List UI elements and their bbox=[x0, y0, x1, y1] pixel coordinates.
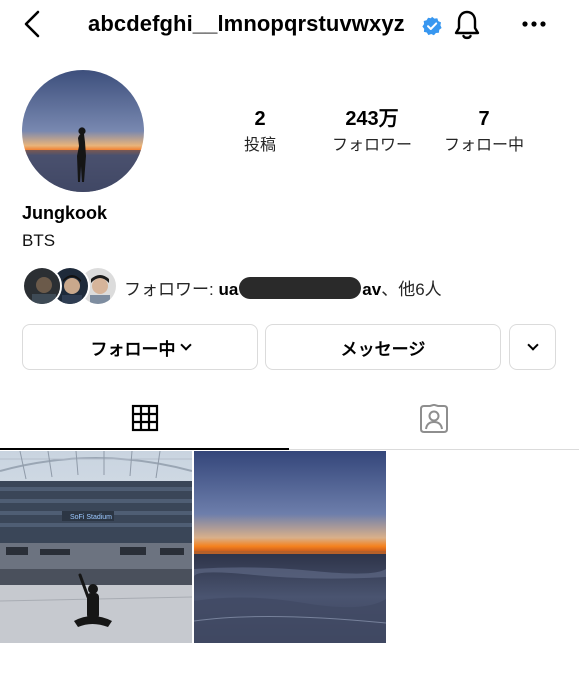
grid-icon bbox=[131, 404, 159, 432]
verified-badge-icon bbox=[422, 16, 442, 36]
redaction-bar bbox=[239, 277, 362, 299]
back-button[interactable] bbox=[20, 8, 48, 40]
following-count: 7 bbox=[478, 108, 490, 130]
following-button[interactable]: フォロー中 bbox=[22, 324, 258, 370]
post-thumbnail-stadium[interactable]: SoFi Stadium bbox=[0, 451, 192, 643]
posts-label: 投稿 bbox=[243, 137, 276, 154]
followers-label: フォロワー bbox=[331, 137, 412, 154]
followed-by-row[interactable]: フォロワー: ua av、他6人 bbox=[22, 266, 562, 308]
active-tab-indicator bbox=[0, 448, 289, 450]
notifications-button[interactable] bbox=[452, 9, 482, 41]
tab-posts-grid[interactable] bbox=[0, 390, 289, 450]
stat-following[interactable]: 7 フォロー中 bbox=[432, 107, 536, 158]
mutual-name-start: ua bbox=[218, 280, 239, 299]
bell-icon bbox=[454, 10, 480, 40]
stat-followers[interactable]: 243万 フォロワー bbox=[318, 107, 426, 158]
following-button-label: フォロー中 bbox=[90, 339, 176, 359]
profile-avatar[interactable] bbox=[22, 70, 144, 192]
chevron-down-icon bbox=[179, 338, 192, 351]
profile-username: abcdefghi__lmnopqrstuvwxyz bbox=[88, 11, 405, 36]
followed-by-prefix: フォロワー: bbox=[124, 280, 219, 299]
mutual-avatar bbox=[22, 266, 62, 306]
followers-count: 243万 bbox=[345, 108, 399, 130]
followed-by-text: フォロワー: ua av、他6人 bbox=[124, 275, 442, 300]
more-options-button[interactable] bbox=[520, 12, 548, 36]
tab-tagged[interactable] bbox=[290, 390, 579, 450]
post-thumbnail-sunset[interactable] bbox=[194, 451, 386, 643]
tagged-person-icon bbox=[420, 404, 448, 433]
mutual-name-end: av bbox=[362, 280, 382, 299]
message-button[interactable]: メッセージ bbox=[265, 324, 501, 370]
suggested-accounts-button[interactable] bbox=[509, 324, 556, 370]
profile-bio: BTS bbox=[22, 231, 56, 250]
following-label: フォロー中 bbox=[443, 137, 524, 154]
svg-text:SoFi Stadium: SoFi Stadium bbox=[70, 514, 112, 521]
display-name: Jungkook bbox=[22, 203, 108, 223]
message-button-label: メッセージ bbox=[340, 339, 426, 359]
chevron-left-icon bbox=[24, 10, 40, 38]
profile-header: abcdefghi__lmnopqrstuvwxyz bbox=[0, 0, 579, 50]
followed-by-suffix: 、他6人 bbox=[381, 280, 442, 299]
stat-posts[interactable]: 2 投稿 bbox=[230, 107, 290, 158]
posts-count: 2 bbox=[254, 108, 266, 130]
more-horizontal-icon bbox=[522, 21, 546, 27]
chevron-down-icon bbox=[526, 338, 539, 351]
